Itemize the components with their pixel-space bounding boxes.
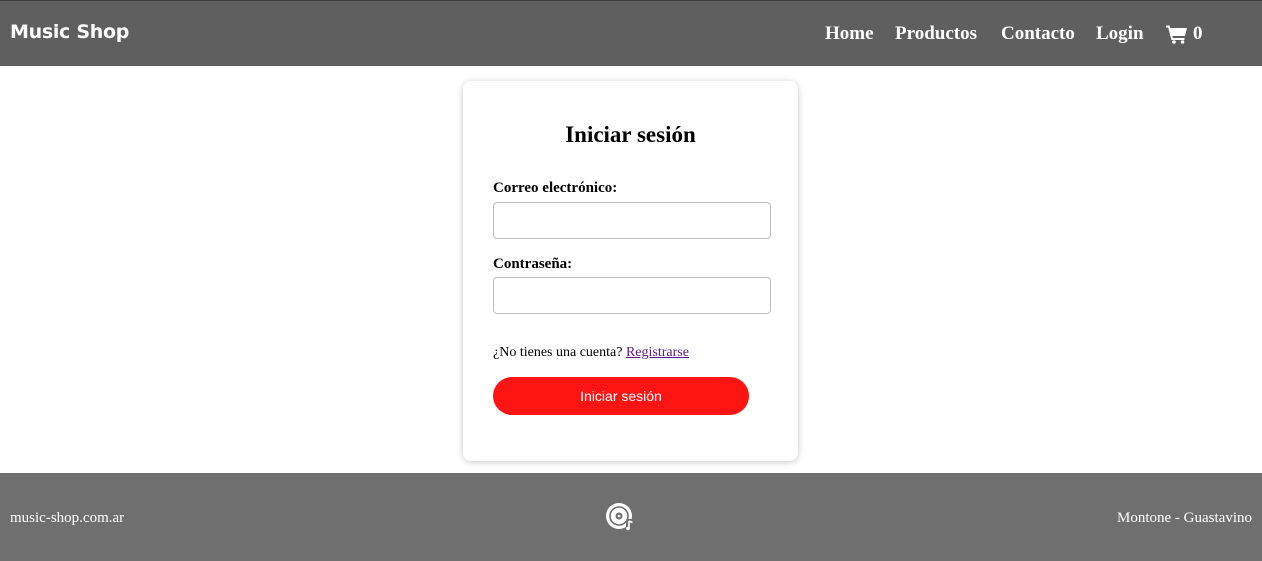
- cart-count: 0: [1193, 23, 1203, 44]
- nav-productos-link[interactable]: Productos: [895, 23, 977, 45]
- footer-authors: Montone - Guastavino: [1117, 510, 1252, 526]
- signup-prompt-line: ¿No tienes una cuenta? Registrarse: [493, 344, 689, 361]
- site-footer: music-shop.com.ar Montone - Guastavino: [0, 473, 1262, 561]
- email-label: Correo electrónico:: [493, 180, 618, 196]
- nav-login-link[interactable]: Login: [1096, 23, 1144, 45]
- signup-prompt-text: ¿No tienes una cuenta?: [493, 345, 623, 360]
- password-input[interactable]: [493, 277, 771, 314]
- nav-contacto-link[interactable]: Contacto: [1001, 23, 1075, 45]
- login-card: Iniciar sesión Correo electrónico: Contr…: [463, 81, 798, 461]
- vinyl-disc-music-icon: [606, 503, 634, 531]
- login-submit-button[interactable]: Iniciar sesión: [493, 377, 749, 415]
- site-header: Music Shop Home Productos Contacto Login…: [0, 0, 1262, 66]
- footer-domain: music-shop.com.ar: [10, 510, 125, 526]
- nav-home-link[interactable]: Home: [825, 23, 874, 45]
- password-label: Contraseña:: [493, 256, 573, 272]
- login-title: Iniciar sesión: [565, 122, 696, 147]
- email-input[interactable]: [493, 202, 771, 239]
- shopping-cart-icon: [1166, 25, 1187, 44]
- signup-link[interactable]: Registrarse: [626, 345, 689, 360]
- cart-button[interactable]: 0: [1166, 23, 1203, 45]
- main-nav: Home Productos Contacto Login 0: [0, 23, 1262, 47]
